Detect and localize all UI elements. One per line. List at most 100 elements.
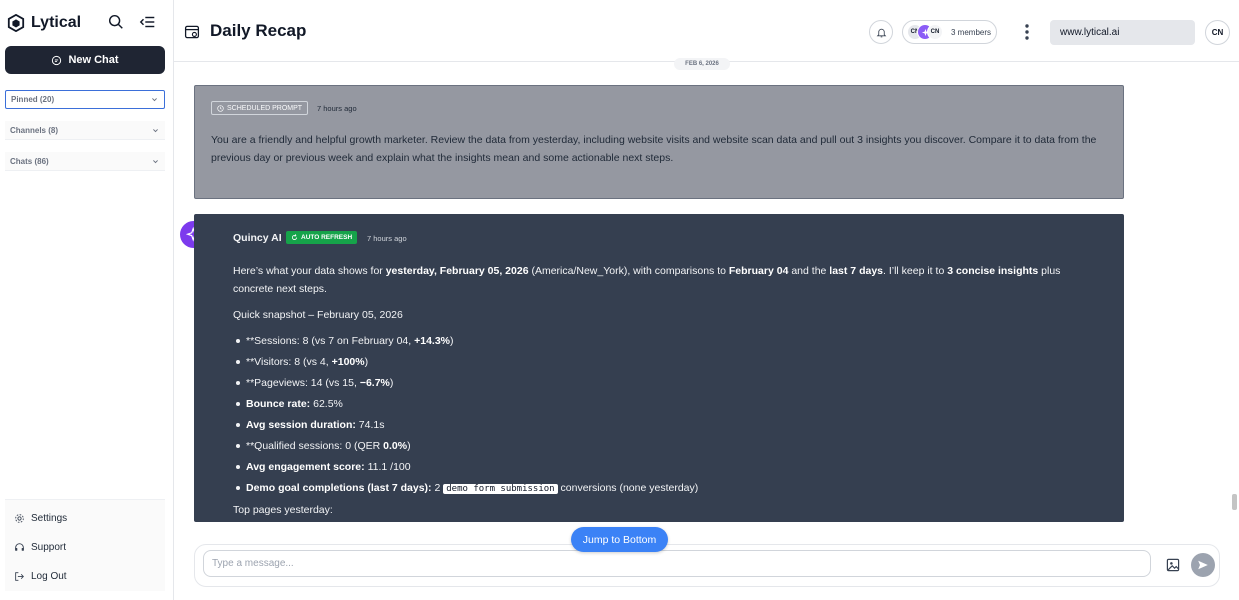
bold-text: 3 concise insights [947, 265, 1039, 277]
brand[interactable]: Lytical [7, 12, 81, 34]
text: and the [788, 265, 830, 277]
chevron-down-icon [152, 98, 157, 102]
ai-message-body: Here’s what your data shows for yesterda… [233, 262, 1103, 519]
lytical-logo-icon [7, 14, 25, 32]
new-chat-button[interactable]: New Chat [5, 46, 165, 74]
prompt-text: You are a friendly and helpful growth ma… [211, 134, 1097, 164]
text: (America/New_York), with comparisons to [528, 265, 729, 277]
list-item: **Sessions: 8 (vs 7 on February 04, +14.… [233, 332, 1103, 353]
support-label: Support [31, 542, 67, 553]
bold-text: +100% [331, 356, 365, 368]
logout-icon [15, 572, 24, 581]
text: 62.5% [310, 398, 343, 410]
more-options-icon[interactable] [1023, 22, 1031, 42]
list-item: **Qualified sessions: 0 (QER 0.0%) [233, 437, 1103, 458]
sidebar-section-channels[interactable]: Channels (8) [5, 121, 165, 140]
text: ) [364, 356, 369, 368]
send-button[interactable] [1191, 553, 1215, 577]
avatar: CN [927, 24, 943, 40]
badge-label: SCHEDULED PROMPT [227, 104, 303, 112]
bold-text: yesterday, February 05, 2026 [385, 265, 529, 277]
ai-message: Quincy AI AUTO REFRESH 7 hours ago Here’… [194, 214, 1124, 522]
sidebar-item-support[interactable]: Support [14, 542, 66, 553]
list-item: Bounce rate: 62.5% [233, 395, 1103, 416]
settings-label: Settings [31, 513, 68, 524]
member-avatars: CN CN [907, 24, 947, 40]
snapshot-heading: Quick snapshot – February 05, 2026 [233, 309, 403, 321]
sidebar-item-logout[interactable]: Log Out [14, 571, 67, 582]
section-label: Chats (86) [10, 156, 49, 166]
text: conversions (none yesterday) [557, 482, 699, 494]
members-button[interactable]: CN CN 3 members [902, 20, 997, 44]
text: ) [389, 377, 394, 389]
bold-text: last 7 days [829, 265, 883, 277]
message-timestamp: 7 hours ago [317, 104, 357, 113]
intro-paragraph: Here’s what your data shows for yesterda… [233, 262, 1103, 298]
page-title: Daily Recap [210, 21, 307, 40]
jump-to-bottom-button[interactable]: Jump to Bottom [571, 527, 668, 552]
snapshot-list: **Sessions: 8 (vs 7 on February 04, +14.… [233, 332, 1103, 500]
bold-text: Avg engagement score: [246, 461, 365, 473]
collapse-sidebar-icon[interactable] [139, 13, 157, 31]
inline-code: demo form submission [443, 484, 558, 494]
sidebar-section-chats[interactable]: Chats (86) [5, 152, 165, 171]
bold-text: February 04 [728, 265, 789, 277]
text: 11.1 /100 [364, 461, 411, 473]
section-label: Pinned (20) [11, 95, 55, 104]
notifications-button[interactable] [869, 20, 893, 44]
list-item: **Pageviews: 14 (vs 15, −6.7%) [233, 374, 1103, 395]
text: 2 [431, 482, 444, 494]
message-input[interactable] [203, 550, 1151, 577]
chat-header: Daily Recap CN CN 3 members www.lytical.… [174, 0, 1239, 62]
text: ) [450, 335, 454, 347]
bold-text: −6.7% [359, 377, 390, 389]
auto-refresh-badge: AUTO REFRESH [286, 231, 358, 244]
gear-icon [15, 514, 24, 523]
user-avatar[interactable]: CN [1205, 20, 1230, 45]
message-timestamp: 7 hours ago [367, 234, 407, 243]
new-chat-label: New Chat [68, 54, 119, 66]
top-pages-heading: Top pages yesterday: [233, 504, 333, 516]
list-item: Avg engagement score: 11.1 /100 [233, 458, 1103, 479]
composer [194, 544, 1220, 587]
text: Here’s what your data shows for [233, 265, 386, 277]
text: **Qualified sessions: 0 (QER [246, 440, 384, 452]
chat-bubble-icon [52, 55, 62, 65]
date-divider: FEB 6, 2026 [674, 58, 730, 70]
headset-icon [15, 543, 24, 551]
send-icon [1198, 560, 1208, 570]
list-item: Demo goal completions (last 7 days): 2 d… [233, 479, 1103, 500]
text: **Pageviews: 14 (vs 15, [246, 377, 360, 389]
text: . I’ll keep it to [883, 265, 948, 277]
ai-name: Quincy AI [233, 232, 282, 244]
calendar-chat-icon [184, 25, 200, 39]
bold-text: 0.0% [383, 440, 408, 452]
image-upload-icon[interactable] [1165, 557, 1181, 573]
scheduled-prompt-badge: SCHEDULED PROMPT [211, 101, 309, 115]
sidebar: Lytical New Chat Pinned (20) Channels (8… [0, 0, 174, 600]
bold-text: Demo goal completions (last 7 days): [246, 482, 432, 494]
logout-label: Log Out [31, 571, 67, 582]
sidebar-section-pinned[interactable]: Pinned (20) [5, 90, 165, 109]
search-icon[interactable] [107, 13, 125, 31]
list-item: **Visitors: 8 (vs 4, +100%) [233, 353, 1103, 374]
section-label: Channels (8) [10, 125, 59, 135]
clock-icon [217, 104, 224, 112]
scrollbar[interactable] [1232, 494, 1237, 510]
text: **Visitors: 8 (vs 4, [246, 356, 332, 368]
badge-label: AUTO REFRESH [301, 234, 353, 241]
sidebar-item-settings[interactable]: Settings [14, 513, 67, 524]
site-url-field[interactable]: www.lytical.ai [1050, 20, 1195, 45]
list-item: Avg session duration: 74.1s [233, 416, 1103, 437]
bold-text: Bounce rate: [246, 398, 311, 410]
text: 74.1s [355, 419, 385, 431]
app-name: Lytical [31, 14, 82, 31]
sidebar-footer: Settings Support Log Out [5, 499, 165, 591]
chevron-down-icon [153, 128, 158, 132]
bold-text: Avg session duration: [246, 419, 356, 431]
bold-text: +14.3% [414, 335, 450, 347]
members-count: 3 members [951, 27, 992, 37]
refresh-icon [291, 234, 298, 241]
chevron-down-icon [153, 159, 158, 163]
composer-area [174, 522, 1239, 600]
